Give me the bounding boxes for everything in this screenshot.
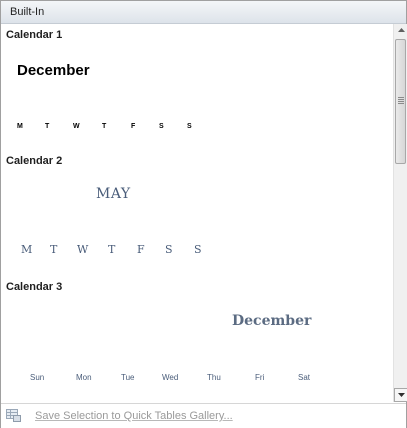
weekday-label: T xyxy=(45,123,50,130)
grip-icon xyxy=(398,97,404,105)
weekday-label: W xyxy=(77,243,89,256)
weekday-label: W xyxy=(73,123,80,130)
weekday-label: F xyxy=(137,243,145,256)
weekday-label: S xyxy=(187,123,192,130)
weekday-label: M xyxy=(17,123,23,130)
calendar-1-item[interactable]: Calendar 1 December M T W T F S S xyxy=(1,24,393,149)
weekday-label: S xyxy=(165,243,173,256)
vertical-scrollbar[interactable] xyxy=(393,24,407,402)
calendar-1-label: Calendar 1 xyxy=(6,29,63,41)
weekday-label: T xyxy=(50,243,58,256)
calendar-2-item[interactable]: Calendar 2 MAY M T W T F S S xyxy=(1,150,393,277)
table-gallery-icon xyxy=(6,409,21,422)
weekday-label: M xyxy=(21,243,33,256)
calendar-3-label: Calendar 3 xyxy=(6,281,63,293)
weekday-label: Thu xyxy=(207,373,221,382)
weekday-label: F xyxy=(131,123,136,130)
weekday-label: Wed xyxy=(162,373,179,382)
weekday-label: Sun xyxy=(30,373,45,382)
weekday-label: Mon xyxy=(76,373,92,382)
quick-tables-gallery: Built-In Calendar 1 December M T W T F S… xyxy=(0,0,407,428)
weekday-label: Fri xyxy=(255,373,265,382)
save-to-gallery-item[interactable]: Save Selection to Quick Tables Gallery..… xyxy=(1,403,406,428)
arrow-down-icon xyxy=(397,393,405,397)
weekday-label: T xyxy=(108,243,116,256)
calendar-2-label: Calendar 2 xyxy=(6,155,63,167)
calendar-3-month: December xyxy=(232,313,312,329)
gallery-content: Calendar 1 December M T W T F S S Calend… xyxy=(1,24,393,402)
weekday-label: Tue xyxy=(121,373,135,382)
weekday-label: S xyxy=(194,243,202,256)
weekday-label: Sat xyxy=(298,373,311,382)
weekday-label: S xyxy=(159,123,164,130)
calendar-3-item[interactable]: Calendar 3 December Sun Mon Tue Wed Thu … xyxy=(1,278,393,402)
section-title: Built-In xyxy=(10,6,45,18)
weekday-label: T xyxy=(102,123,107,130)
scroll-up-button[interactable] xyxy=(394,24,407,38)
arrow-up-icon xyxy=(397,28,405,32)
calendar-2-month: MAY xyxy=(96,186,131,202)
scroll-thumb[interactable] xyxy=(395,39,406,164)
save-to-gallery-label: Save Selection to Quick Tables Gallery..… xyxy=(35,410,233,422)
scroll-down-button[interactable] xyxy=(394,388,407,402)
calendar-1-month: December xyxy=(17,62,90,79)
built-in-section-header: Built-In xyxy=(1,1,406,24)
